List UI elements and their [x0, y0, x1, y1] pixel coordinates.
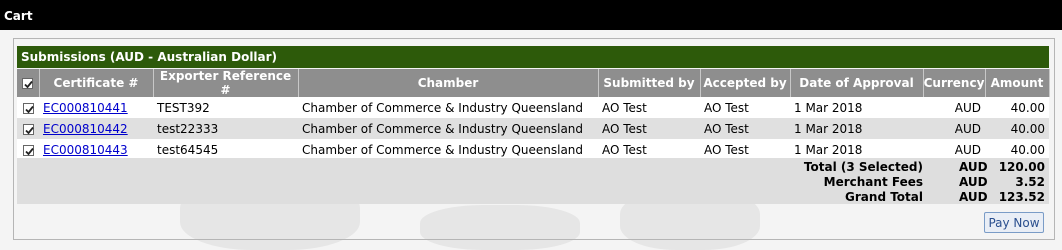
merchant-fees-amount: 3.52 [1015, 175, 1045, 189]
certificate-cell: EC000810441 [39, 97, 153, 118]
currency-cell: AUD [923, 139, 985, 160]
grand-total-amount: 123.52 [998, 190, 1045, 204]
table-row: EC000810443 test64545 Chamber of Commerc… [17, 139, 1049, 160]
total-currency: AUD [959, 160, 988, 174]
amount-cell: 40.00 [985, 139, 1049, 160]
exporter-reference-cell: TEST392 [153, 97, 298, 118]
date-of-approval-cell: 1 Mar 2018 [790, 97, 923, 118]
submissions-title: Submissions (AUD - Australian Dollar) [21, 50, 278, 64]
table-header-row: Certificate # Exporter Reference # Chamb… [17, 69, 1050, 97]
column-header-certificate[interactable]: Certificate # [39, 69, 154, 97]
amount-cell: 40.00 [985, 118, 1049, 139]
row-checkbox[interactable] [22, 123, 34, 135]
date-of-approval-cell: 1 Mar 2018 [790, 139, 923, 160]
chamber-cell: Chamber of Commerce & Industry Queenslan… [298, 118, 598, 139]
total-amount: 120.00 [998, 160, 1045, 174]
window-title-bar: Cart [0, 0, 1062, 30]
accepted-by-cell: AO Test [700, 97, 790, 118]
total-row: Total (3 Selected) AUD 120.00 [689, 160, 1049, 175]
table-row: EC000810442 test22333 Chamber of Commerc… [17, 118, 1049, 139]
totals-summary: Total (3 Selected) AUD 120.00 Merchant F… [17, 158, 1049, 204]
row-select-cell[interactable] [17, 139, 39, 160]
submissions-table: Certificate # Exporter Reference # Chamb… [17, 69, 1050, 160]
column-header-chamber[interactable]: Chamber [298, 69, 599, 97]
row-select-cell[interactable] [17, 118, 39, 139]
grand-total-currency: AUD [959, 190, 988, 204]
submitted-by-cell: AO Test [598, 97, 700, 118]
accepted-by-cell: AO Test [700, 118, 790, 139]
total-label: Total (3 Selected) [803, 160, 923, 174]
column-header-submitted-by[interactable]: Submitted by [598, 69, 701, 97]
checkmark-icon [24, 126, 34, 134]
column-header-accepted-by[interactable]: Accepted by [700, 69, 791, 97]
row-checkbox[interactable] [22, 102, 34, 114]
certificate-link[interactable]: EC000810442 [43, 122, 128, 136]
exporter-reference-cell: test22333 [153, 118, 298, 139]
submitted-by-cell: AO Test [598, 139, 700, 160]
row-select-cell[interactable] [17, 97, 39, 118]
accepted-by-cell: AO Test [700, 139, 790, 160]
certificate-link[interactable]: EC000810443 [43, 143, 128, 157]
chamber-cell: Chamber of Commerce & Industry Queenslan… [298, 139, 598, 160]
table-row: EC000810441 TEST392 Chamber of Commerce … [17, 97, 1049, 118]
exporter-reference-cell: test64545 [153, 139, 298, 160]
select-all-checkbox[interactable] [22, 78, 34, 89]
date-of-approval-cell: 1 Mar 2018 [790, 118, 923, 139]
chamber-cell: Chamber of Commerce & Industry Queenslan… [298, 97, 598, 118]
certificate-link[interactable]: EC000810441 [43, 101, 128, 115]
currency-cell: AUD [923, 97, 985, 118]
amount-cell: 40.00 [985, 97, 1049, 118]
select-all-header[interactable] [17, 69, 40, 97]
merchant-fees-currency: AUD [959, 175, 988, 189]
checkmark-icon [24, 80, 33, 89]
submissions-header: Submissions (AUD - Australian Dollar) [17, 46, 1049, 68]
column-header-amount[interactable]: Amount [985, 69, 1050, 97]
certificate-cell: EC000810443 [39, 139, 153, 160]
grand-total-label: Grand Total [845, 190, 923, 204]
grand-total-row: Grand Total AUD 123.52 [689, 190, 1049, 205]
window-title: Cart [4, 9, 33, 23]
submitted-by-cell: AO Test [598, 118, 700, 139]
checkmark-icon [24, 105, 34, 113]
column-header-date-of-approval[interactable]: Date of Approval [790, 69, 924, 97]
merchant-fees-label: Merchant Fees [823, 175, 923, 189]
pay-now-button[interactable]: Pay Now [984, 212, 1044, 233]
row-checkbox[interactable] [22, 144, 34, 156]
currency-cell: AUD [923, 118, 985, 139]
merchant-fees-row: Merchant Fees AUD 3.52 [689, 175, 1049, 190]
certificate-cell: EC000810442 [39, 118, 153, 139]
checkmark-icon [24, 147, 34, 155]
column-header-exporter-reference[interactable]: Exporter Reference # [153, 69, 299, 97]
column-header-currency[interactable]: Currency [923, 69, 986, 97]
